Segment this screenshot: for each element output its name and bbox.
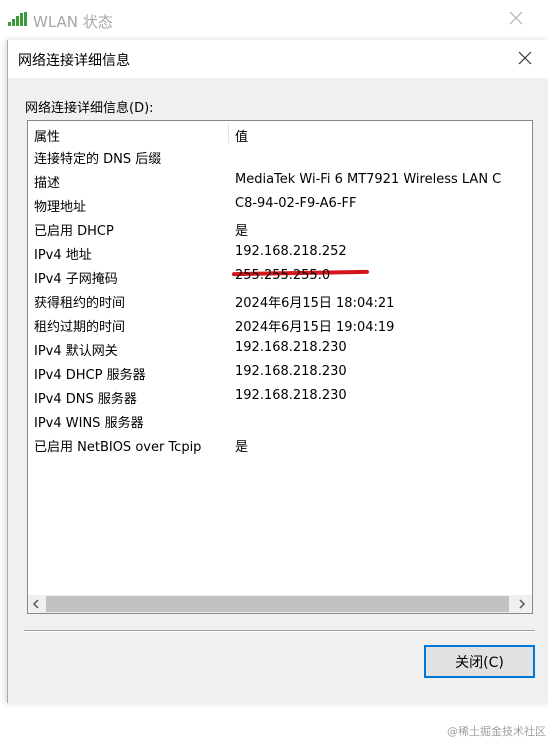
list-row[interactable]: IPv4 子网掩码 255.255.255.0: [28, 265, 532, 289]
row-property: 物理地址: [34, 200, 87, 215]
row-value: 2024年6月15日 19:04:19: [235, 320, 395, 335]
row-property: 已启用 NetBIOS over Tcpip: [34, 440, 202, 455]
row-value: 是: [235, 440, 249, 455]
row-property: IPv4 DHCP 服务器: [34, 368, 146, 383]
list-row[interactable]: 物理地址 C8-94-02-F9-A6-FF: [28, 193, 532, 217]
list-row[interactable]: IPv4 DNS 服务器 192.168.218.230: [28, 385, 532, 409]
row-property: IPv4 DNS 服务器: [34, 392, 137, 407]
row-property: 已启用 DHCP: [34, 224, 114, 239]
row-value: 是: [235, 224, 249, 239]
row-value: 192.168.218.230: [235, 364, 347, 379]
wifi-signal-icon: [8, 12, 27, 26]
list-row[interactable]: 已启用 DHCP 是: [28, 217, 532, 241]
chevron-left-icon[interactable]: [30, 598, 42, 610]
row-value: C8-94-02-F9-A6-FF: [235, 196, 357, 211]
list-header: 属性 值: [28, 121, 532, 145]
list-row[interactable]: 获得租约的时间 2024年6月15日 18:04:21: [28, 289, 532, 313]
dialog-titlebar: 网络连接详细信息: [8, 40, 548, 78]
row-value: 192.168.218.230: [235, 340, 347, 355]
list-row[interactable]: IPv4 DHCP 服务器 192.168.218.230: [28, 361, 532, 385]
list-row[interactable]: IPv4 WINS 服务器: [28, 409, 532, 433]
network-details-dialog: 网络连接详细信息 网络连接详细信息(D): 属性 值 连接特定的 DNS 后缀 …: [7, 40, 548, 738]
column-header-value[interactable]: 值: [235, 126, 248, 145]
list-row[interactable]: IPv4 默认网关 192.168.218.230: [28, 337, 532, 361]
details-section-label: 网络连接详细信息(D):: [25, 101, 154, 116]
row-value: 192.168.218.230: [235, 388, 347, 403]
list-row[interactable]: 连接特定的 DNS 后缀: [28, 145, 532, 169]
details-list[interactable]: 属性 值 连接特定的 DNS 后缀 描述 MediaTek Wi-Fi 6 MT…: [27, 120, 533, 614]
row-property: IPv4 WINS 服务器: [34, 416, 144, 431]
wlan-window-title: WLAN 状态: [33, 13, 113, 31]
wlan-titlebar: WLAN 状态: [0, 0, 548, 40]
list-row[interactable]: 描述 MediaTek Wi-Fi 6 MT7921 Wireless LAN …: [28, 169, 532, 193]
close-icon[interactable]: [517, 50, 533, 66]
list-row[interactable]: 已启用 NetBIOS over Tcpip 是: [28, 433, 532, 457]
close-icon[interactable]: [508, 10, 524, 26]
row-value: 192.168.218.252: [235, 244, 347, 259]
row-property: 连接特定的 DNS 后缀: [34, 152, 162, 167]
row-property: 获得租约的时间: [34, 296, 126, 311]
list-row[interactable]: IPv4 地址 192.168.218.252: [28, 241, 532, 265]
watermark: @稀土掘金技术社区: [447, 725, 546, 738]
row-property: IPv4 子网掩码: [34, 272, 118, 287]
close-button[interactable]: 关闭(C): [424, 645, 535, 678]
row-property: IPv4 默认网关: [34, 344, 118, 359]
column-divider[interactable]: [228, 123, 229, 143]
row-property: 描述: [34, 176, 61, 191]
row-property: 租约过期的时间: [34, 320, 126, 335]
divider: [24, 630, 535, 632]
row-property: IPv4 地址: [34, 248, 92, 263]
row-value: 2024年6月15日 18:04:21: [235, 296, 395, 311]
horizontal-scrollbar[interactable]: [28, 595, 532, 613]
dialog-title: 网络连接详细信息: [18, 53, 130, 69]
column-header-property[interactable]: 属性: [34, 126, 60, 145]
row-value: MediaTek Wi-Fi 6 MT7921 Wireless LAN C: [235, 172, 502, 187]
chevron-right-icon[interactable]: [516, 598, 528, 610]
row-value: 255.255.255.0: [235, 268, 331, 283]
scrollbar-thumb[interactable]: [46, 596, 509, 612]
list-row[interactable]: 租约过期的时间 2024年6月15日 19:04:19: [28, 313, 532, 337]
